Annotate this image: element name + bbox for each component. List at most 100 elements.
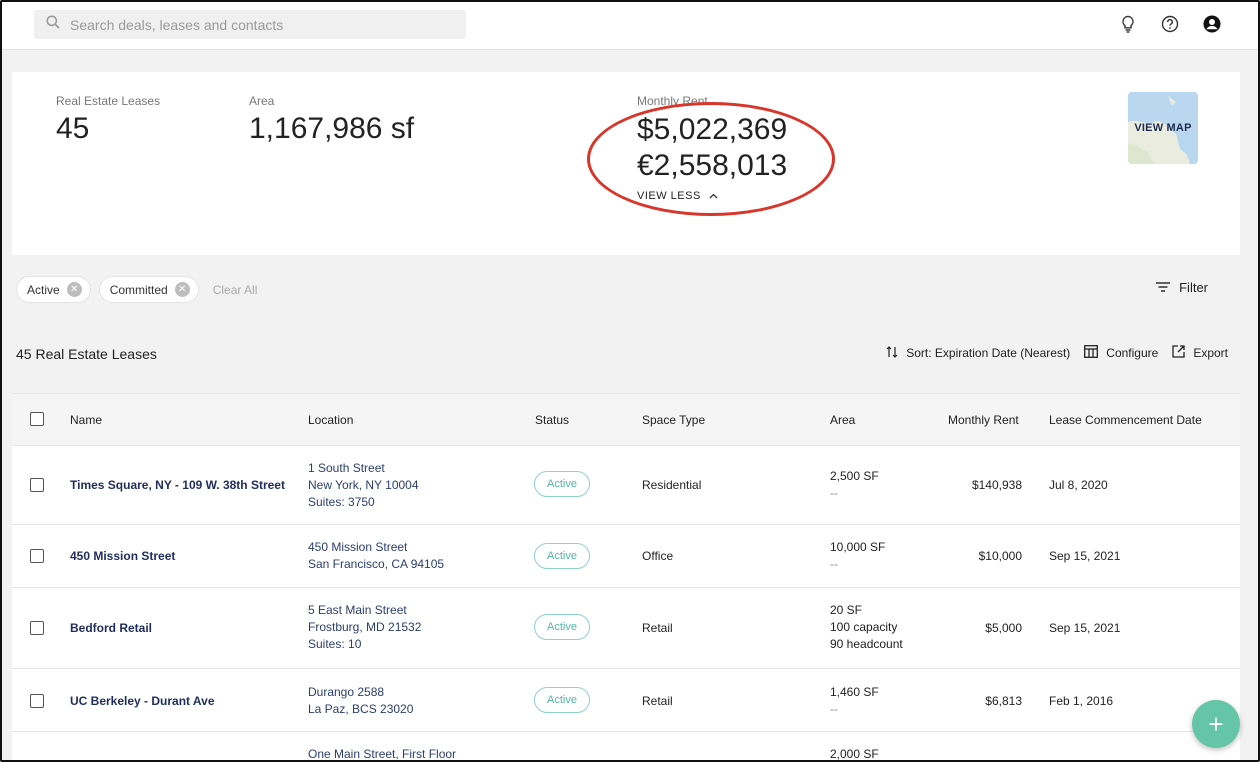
area-cell: 2,000 SF xyxy=(830,746,879,760)
chip-active[interactable]: Active ✕ xyxy=(16,276,91,303)
columns-icon xyxy=(1084,345,1099,361)
space-type-cell: Office xyxy=(642,549,674,563)
results-count: 45 Real Estate Leases xyxy=(16,346,157,362)
filter-label: Filter xyxy=(1179,280,1208,295)
plus-icon: + xyxy=(1208,708,1224,739)
account-icon[interactable] xyxy=(1202,14,1222,34)
select-all-checkbox[interactable] xyxy=(30,412,44,426)
space-type-cell: Retail xyxy=(642,694,673,708)
chip-label: Active xyxy=(27,282,60,297)
column-header-status[interactable]: Status xyxy=(535,413,569,427)
remove-chip-icon[interactable]: ✕ xyxy=(66,282,82,297)
column-header-space-type[interactable]: Space Type xyxy=(642,413,705,427)
location-line: Frostburg, MD 21532 xyxy=(308,620,422,634)
lightbulb-icon[interactable] xyxy=(1118,14,1138,34)
chevron-up-icon xyxy=(709,190,718,202)
filter-icon xyxy=(1156,280,1171,295)
rent-stat: Monthly Rent $5,022,369 €2,558,013 VIEW … xyxy=(637,94,787,202)
table-row[interactable]: One Main Street, First Floor 2,000 SF xyxy=(12,732,1240,760)
location-cell[interactable]: 5 East Main Street Frostburg, MD 21532 S… xyxy=(308,602,421,653)
column-header-commencement[interactable]: Lease Commencement Date xyxy=(1049,413,1202,427)
leases-stat: Real Estate Leases 45 xyxy=(56,94,160,146)
column-header-monthly-rent[interactable]: Monthly Rent xyxy=(948,413,1019,427)
configure-button[interactable]: Configure xyxy=(1084,345,1158,361)
location-cell[interactable]: Durango 2588 La Paz, BCS 23020 xyxy=(308,684,413,718)
area-line: -- xyxy=(830,557,838,571)
sort-button[interactable]: Sort: Expiration Date (Nearest) xyxy=(886,345,1071,361)
rent-cell: $6,813 xyxy=(985,694,1022,708)
table-row[interactable]: UC Berkeley - Durant Ave Durango 2588 La… xyxy=(12,669,1240,732)
area-value: 1,167,986 sf xyxy=(249,112,415,145)
location-cell[interactable]: 1 South Street New York, NY 10004 Suites… xyxy=(308,460,419,511)
column-header-area[interactable]: Area xyxy=(830,413,855,427)
summary-card: Real Estate Leases 45 Area 1,167,986 sf … xyxy=(12,72,1240,255)
chip-label: Committed xyxy=(109,282,168,297)
commencement-cell: Feb 1, 2016 xyxy=(1049,694,1114,708)
table-actions: Sort: Expiration Date (Nearest) Configur… xyxy=(886,345,1228,361)
area-cell: 1,460 SF -- xyxy=(830,684,879,718)
rent-label: Monthly Rent xyxy=(637,94,708,108)
search-input[interactable] xyxy=(70,16,466,33)
column-header-name[interactable]: Name xyxy=(70,413,102,427)
rent-eur: €2,558,013 xyxy=(637,149,788,182)
lease-name-link[interactable]: 450 Mission Street xyxy=(70,549,175,563)
location-line: San Francisco, CA 94105 xyxy=(308,557,445,571)
column-header-location[interactable]: Location xyxy=(308,413,353,427)
commencement-cell: Sep 15, 2021 xyxy=(1049,549,1121,563)
view-map-label: VIEW MAP xyxy=(1134,122,1192,134)
lease-name-link[interactable]: Bedford Retail xyxy=(70,621,152,635)
lease-name-link[interactable]: Times Square, NY - 109 W. 38th Street xyxy=(70,478,285,492)
commencement-cell: Jul 8, 2020 xyxy=(1049,478,1108,492)
sort-icon xyxy=(886,345,898,361)
area-line: 10,000 SF xyxy=(830,540,886,554)
location-cell[interactable]: 450 Mission Street San Francisco, CA 941… xyxy=(308,539,444,573)
filter-button[interactable]: Filter xyxy=(1156,280,1208,295)
filter-chips: Active ✕ Committed ✕ Clear All xyxy=(16,276,257,303)
help-icon[interactable] xyxy=(1160,14,1180,34)
area-cell: 10,000 SF -- xyxy=(830,539,885,573)
clear-all-button[interactable]: Clear All xyxy=(213,283,258,297)
export-label: Export xyxy=(1193,346,1228,360)
row-checkbox[interactable] xyxy=(30,694,44,708)
rent-usd: $5,022,369 xyxy=(637,113,788,146)
rent-cell: $140,938 xyxy=(971,478,1022,492)
sort-label: Sort: Expiration Date (Nearest) xyxy=(906,346,1071,360)
location-line: 1 South Street xyxy=(308,461,385,475)
location-line: Durango 2588 xyxy=(308,685,385,699)
row-checkbox[interactable] xyxy=(30,621,44,635)
space-type-cell: Retail xyxy=(642,621,673,635)
chip-committed[interactable]: Committed ✕ xyxy=(98,276,199,303)
location-line: La Paz, BCS 23020 xyxy=(308,702,414,716)
table-header: Name Location Status Space Type Area Mon… xyxy=(12,394,1240,446)
table-row[interactable]: 450 Mission Street 450 Mission Street Sa… xyxy=(12,525,1240,588)
search-icon xyxy=(46,15,60,34)
area-line: -- xyxy=(830,702,838,716)
table-row[interactable]: Bedford Retail 5 East Main Street Frostb… xyxy=(12,588,1240,669)
top-bar xyxy=(2,2,1258,50)
table-row[interactable]: Times Square, NY - 109 W. 38th Street 1 … xyxy=(12,446,1240,525)
view-map-button[interactable]: VIEW MAP xyxy=(1128,92,1198,164)
rent-cell: $5,000 xyxy=(985,621,1022,635)
leases-value: 45 xyxy=(56,112,90,145)
area-line: 20 SF xyxy=(830,603,863,617)
row-checkbox[interactable] xyxy=(30,549,44,563)
status-badge: Active xyxy=(534,543,590,569)
area-line: -- xyxy=(830,486,838,500)
view-less-button[interactable]: VIEW LESS xyxy=(637,190,787,202)
lease-name-link[interactable]: UC Berkeley - Durant Ave xyxy=(70,694,215,708)
export-button[interactable]: Export xyxy=(1172,345,1228,361)
location-line: Suites: 3750 xyxy=(308,495,375,509)
location-cell[interactable]: One Main Street, First Floor xyxy=(308,746,456,760)
app-window: Real Estate Leases 45 Area 1,167,986 sf … xyxy=(0,0,1260,762)
remove-chip-icon[interactable]: ✕ xyxy=(174,282,190,297)
location-line: 5 East Main Street xyxy=(308,603,407,617)
add-lease-button[interactable]: + xyxy=(1192,700,1240,748)
space-type-cell: Residential xyxy=(642,478,702,492)
area-line: 2,500 SF xyxy=(830,469,879,483)
search-bar[interactable] xyxy=(34,10,466,39)
row-checkbox[interactable] xyxy=(30,478,44,492)
area-line: 100 capacity xyxy=(830,620,898,634)
location-line: Suites: 10 xyxy=(308,637,362,651)
status-badge: Active xyxy=(534,471,590,497)
area-line: 1,460 SF xyxy=(830,685,879,699)
